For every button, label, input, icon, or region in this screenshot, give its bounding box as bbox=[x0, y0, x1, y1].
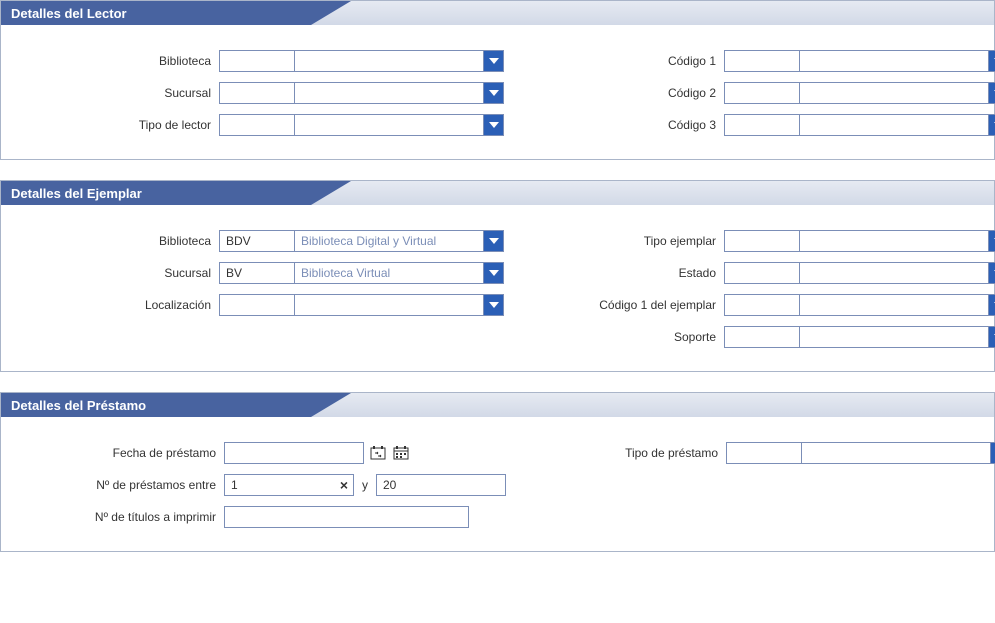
reader-sucursal-combo[interactable] bbox=[219, 82, 504, 104]
reader-tipo-desc bbox=[295, 115, 483, 135]
reader-cod3-code[interactable] bbox=[725, 115, 800, 135]
item-panel-title: Detalles del Ejemplar bbox=[1, 186, 142, 201]
clear-icon[interactable]: × bbox=[340, 477, 348, 493]
reader-sucursal-code[interactable] bbox=[220, 83, 295, 103]
reader-biblioteca-combo[interactable] bbox=[219, 50, 504, 72]
item-sucursal-code[interactable]: BV bbox=[220, 263, 295, 283]
reader-cod1-desc bbox=[800, 51, 988, 71]
item-localizacion-label: Localización bbox=[19, 298, 219, 312]
loan-between-label: Nº de préstamos entre bbox=[19, 478, 224, 492]
loan-panel-header: Detalles del Préstamo bbox=[1, 393, 994, 417]
reader-sucursal-dropdown[interactable] bbox=[483, 83, 503, 103]
item-sucursal-label: Sucursal bbox=[19, 266, 219, 280]
reader-cod1-code[interactable] bbox=[725, 51, 800, 71]
reader-biblioteca-code[interactable] bbox=[220, 51, 295, 71]
reader-cod3-label: Código 3 bbox=[524, 118, 724, 132]
reader-cod2-code[interactable] bbox=[725, 83, 800, 103]
item-soporte-label: Soporte bbox=[524, 330, 724, 344]
reader-tipo-label: Tipo de lector bbox=[19, 118, 219, 132]
item-soporte-desc bbox=[800, 327, 988, 347]
item-sucursal-desc: Biblioteca Virtual bbox=[295, 263, 483, 283]
item-tipo-code[interactable] bbox=[725, 231, 800, 251]
loan-titles-input[interactable] bbox=[224, 506, 469, 528]
loan-between-from-input[interactable] bbox=[224, 474, 354, 496]
item-tipo-desc bbox=[800, 231, 988, 251]
item-cod1-dropdown[interactable] bbox=[988, 295, 995, 315]
item-estado-dropdown[interactable] bbox=[988, 263, 995, 283]
item-biblioteca-dropdown[interactable] bbox=[483, 231, 503, 251]
item-soporte-combo[interactable] bbox=[724, 326, 995, 348]
item-sucursal-dropdown[interactable] bbox=[483, 263, 503, 283]
item-localizacion-combo[interactable] bbox=[219, 294, 504, 316]
reader-tipo-dropdown[interactable] bbox=[483, 115, 503, 135]
item-estado-combo[interactable] bbox=[724, 262, 995, 284]
item-localizacion-desc bbox=[295, 295, 483, 315]
loan-type-combo[interactable] bbox=[726, 442, 995, 464]
reader-panel-header: Detalles del Lector bbox=[1, 1, 994, 25]
loan-date-label: Fecha de préstamo bbox=[19, 446, 224, 460]
reader-panel: Detalles del Lector Biblioteca Sucurs bbox=[0, 0, 995, 160]
chevron-down-icon bbox=[489, 238, 499, 244]
item-sucursal-combo[interactable]: BV Biblioteca Virtual bbox=[219, 262, 504, 284]
reader-tipo-code[interactable] bbox=[220, 115, 295, 135]
reader-biblioteca-dropdown[interactable] bbox=[483, 51, 503, 71]
reader-cod3-combo[interactable] bbox=[724, 114, 995, 136]
item-cod1-code[interactable] bbox=[725, 295, 800, 315]
loan-panel-title: Detalles del Préstamo bbox=[1, 398, 146, 413]
item-cod1-combo[interactable] bbox=[724, 294, 995, 316]
reader-biblioteca-desc bbox=[295, 51, 483, 71]
chevron-down-icon bbox=[489, 270, 499, 276]
item-tipo-combo[interactable] bbox=[724, 230, 995, 252]
item-biblioteca-code[interactable]: BDV bbox=[220, 231, 295, 251]
item-estado-label: Estado bbox=[524, 266, 724, 280]
item-estado-code[interactable] bbox=[725, 263, 800, 283]
reader-tipo-combo[interactable] bbox=[219, 114, 504, 136]
loan-titles-label: Nº de títulos a imprimir bbox=[19, 510, 224, 524]
reader-sucursal-label: Sucursal bbox=[19, 86, 219, 100]
item-localizacion-dropdown[interactable] bbox=[483, 295, 503, 315]
item-biblioteca-label: Biblioteca bbox=[19, 234, 219, 248]
loan-type-label: Tipo de préstamo bbox=[526, 446, 726, 460]
loan-type-dropdown[interactable] bbox=[990, 443, 995, 463]
item-tipo-label: Tipo ejemplar bbox=[524, 234, 724, 248]
calendar-icon[interactable] bbox=[392, 444, 410, 462]
item-cod1-desc bbox=[800, 295, 988, 315]
item-tipo-dropdown[interactable] bbox=[988, 231, 995, 251]
chevron-down-icon bbox=[489, 58, 499, 64]
item-panel-header: Detalles del Ejemplar bbox=[1, 181, 994, 205]
loan-between-and-label: y bbox=[354, 478, 376, 492]
reader-cod2-dropdown[interactable] bbox=[988, 83, 995, 103]
reader-sucursal-desc bbox=[295, 83, 483, 103]
loan-between-to-input[interactable] bbox=[376, 474, 506, 496]
reader-cod2-combo[interactable] bbox=[724, 82, 995, 104]
loan-type-code[interactable] bbox=[727, 443, 802, 463]
item-soporte-dropdown[interactable] bbox=[988, 327, 995, 347]
item-estado-desc bbox=[800, 263, 988, 283]
reader-panel-title: Detalles del Lector bbox=[1, 6, 127, 21]
item-biblioteca-desc: Biblioteca Digital y Virtual bbox=[295, 231, 483, 251]
item-biblioteca-combo[interactable]: BDV Biblioteca Digital y Virtual bbox=[219, 230, 504, 252]
reader-cod1-dropdown[interactable] bbox=[988, 51, 995, 71]
loan-panel: Detalles del Préstamo Fecha de préstamo bbox=[0, 392, 995, 552]
loan-date-input[interactable] bbox=[224, 442, 364, 464]
date-range-icon[interactable] bbox=[369, 444, 387, 462]
reader-biblioteca-label: Biblioteca bbox=[19, 54, 219, 68]
chevron-down-icon bbox=[489, 90, 499, 96]
chevron-down-icon bbox=[489, 302, 499, 308]
item-cod1-label: Código 1 del ejemplar bbox=[524, 298, 724, 312]
reader-cod2-label: Código 2 bbox=[524, 86, 724, 100]
loan-type-desc bbox=[802, 443, 990, 463]
item-soporte-code[interactable] bbox=[725, 327, 800, 347]
chevron-down-icon bbox=[489, 122, 499, 128]
reader-cod3-desc bbox=[800, 115, 988, 135]
reader-cod3-dropdown[interactable] bbox=[988, 115, 995, 135]
item-localizacion-code[interactable] bbox=[220, 295, 295, 315]
item-panel: Detalles del Ejemplar Biblioteca BDV Bib… bbox=[0, 180, 995, 372]
reader-cod2-desc bbox=[800, 83, 988, 103]
reader-cod1-combo[interactable] bbox=[724, 50, 995, 72]
reader-cod1-label: Código 1 bbox=[524, 54, 724, 68]
